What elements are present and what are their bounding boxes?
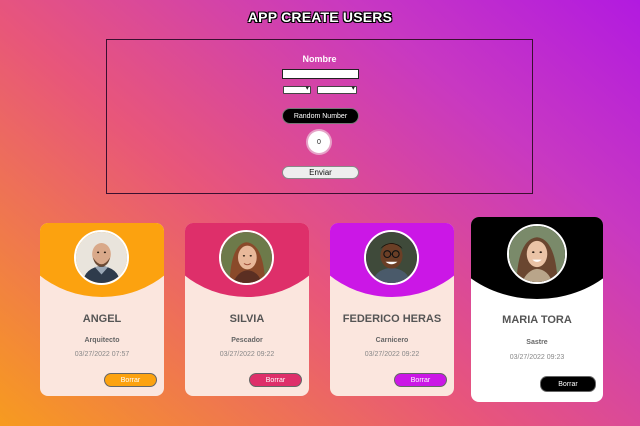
user-card: SILVIA Pescador 03/27/2022 09:22 Borrar (185, 223, 309, 396)
delete-button[interactable]: Borrar (104, 373, 157, 387)
bald-man-avatar-icon (74, 230, 129, 285)
woman-avatar-icon (507, 224, 567, 284)
user-date: 03/27/2022 09:22 (364, 351, 420, 358)
user-card: MARIA TORA Sastre 03/27/2022 09:23 Borra… (471, 217, 603, 402)
user-name: ANGEL (82, 313, 122, 325)
user-date: 03/27/2022 07:57 (74, 351, 130, 358)
select-b[interactable]: ▾ (317, 84, 357, 94)
user-name: SILVIA (229, 313, 265, 325)
page-title: APP CREATE USERS (247, 9, 393, 25)
user-date: 03/27/2022 09:22 (219, 351, 275, 358)
woman-avatar-icon (219, 230, 274, 285)
create-user-form: Nombre ▾ ▾ Random Number 0 Enviar (106, 39, 533, 194)
chevron-down-icon: ▾ (305, 84, 309, 92)
random-number-display: 0 (308, 131, 330, 153)
random-number-button[interactable]: Random Number (282, 108, 359, 124)
user-name: MARIA TORA (502, 314, 572, 326)
user-name: FEDERICO HERAS (342, 313, 442, 325)
user-job: Sastre (526, 339, 548, 346)
user-date: 03/27/2022 09:23 (509, 354, 565, 361)
name-input[interactable] (282, 69, 359, 79)
user-job: Carnicero (375, 337, 409, 344)
chevron-down-icon: ▾ (351, 84, 355, 92)
name-label: Nombre (302, 54, 337, 64)
user-card: FEDERICO HERAS Carnicero 03/27/2022 09:2… (330, 223, 454, 396)
user-card: ANGEL Arquitecto 03/27/2022 07:57 Borrar (40, 223, 164, 396)
user-job: Arquitecto (84, 337, 120, 344)
user-job: Pescador (231, 337, 263, 344)
man-glasses-avatar-icon (364, 230, 419, 285)
delete-button[interactable]: Borrar (249, 373, 302, 387)
select-a[interactable]: ▾ (283, 84, 311, 94)
delete-button[interactable]: Borrar (394, 373, 447, 387)
delete-button[interactable]: Borrar (540, 376, 596, 392)
submit-button[interactable]: Enviar (282, 166, 359, 179)
